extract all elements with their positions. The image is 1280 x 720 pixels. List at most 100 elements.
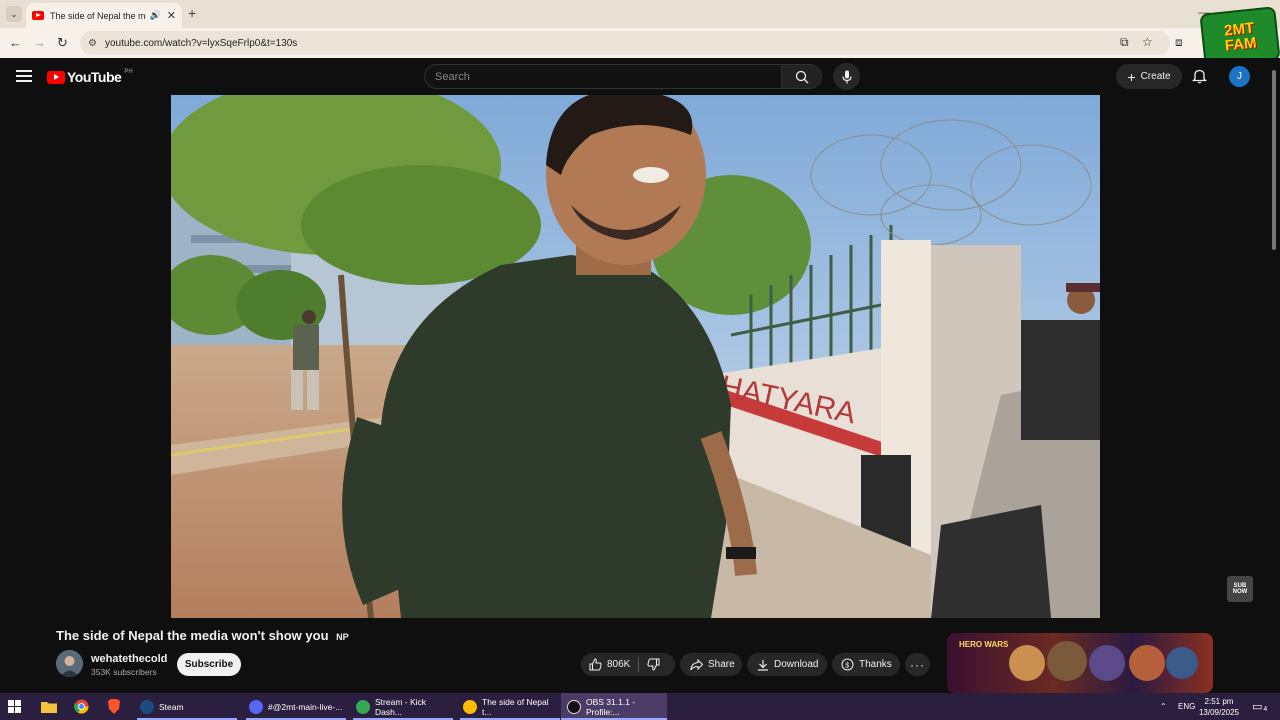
brave-lion-icon (108, 699, 120, 714)
youtube-play-logo-icon (47, 70, 65, 84)
notification-count: 4 (1263, 706, 1268, 713)
discord-icon (249, 699, 263, 714)
create-label: Create (1140, 71, 1171, 82)
thumbs-up-icon (589, 658, 602, 671)
account-avatar[interactable]: J (1229, 66, 1250, 87)
chrome-icon (74, 699, 89, 714)
taskbar-label-youtube: The side of Nepal t... (482, 696, 549, 717)
youtube-wordmark: YouTube (67, 69, 122, 85)
clock-time: 2:51 pm (1204, 697, 1234, 706)
file-explorer-button[interactable] (41, 693, 57, 720)
nepal-flag-icon: NP (336, 632, 349, 642)
search-input[interactable] (425, 65, 781, 88)
brave-button[interactable] (107, 693, 121, 720)
search-button[interactable] (782, 64, 822, 89)
new-tab-button[interactable]: + (188, 5, 196, 21)
chrome-profile-icon-2 (463, 699, 477, 714)
taskbar-clock[interactable]: 2:51 pm 13/09/2025 (1197, 696, 1241, 718)
channel-name[interactable]: wehatethecold (91, 653, 167, 665)
windows-logo-icon (8, 700, 21, 713)
voice-search-button[interactable] (833, 63, 860, 90)
thanks-button[interactable]: $ Thanks (832, 653, 900, 676)
page-scrollbar[interactable] (1272, 70, 1276, 250)
sidebar-ad-card[interactable]: HERO WARS (947, 633, 1213, 693)
chrome-profile-icon (356, 699, 370, 714)
sticker-line-2: FAM (1224, 34, 1258, 55)
thumbs-down-icon (647, 658, 660, 671)
subscribe-now-watermark[interactable]: SUB NOW (1227, 576, 1253, 602)
chrome-button[interactable] (74, 693, 89, 720)
tray-overflow-icon[interactable]: ⌃ (1160, 693, 1167, 720)
download-label: Download (774, 659, 819, 670)
channel-avatar[interactable] (56, 650, 83, 677)
more-actions-button[interactable]: ··· (905, 653, 930, 676)
tab-search-button[interactable]: ⌄ (6, 6, 22, 22)
video-title-text: The side of Nepal the media won't show y… (56, 628, 329, 643)
audio-playing-icon[interactable]: 🔊 (150, 10, 161, 21)
taskbar-label-steam: Steam (159, 701, 184, 712)
extensions-icon[interactable]: ⧈ (1175, 35, 1183, 50)
like-divider (638, 657, 640, 672)
bookmark-star-icon[interactable]: ☆ (1142, 35, 1153, 49)
browser-tabstrip: ⌄ The side of Nepal the media won't show… (0, 0, 1280, 28)
language-indicator[interactable]: ENG (1178, 693, 1195, 720)
taskbar-label-discord: #@2mt-main-live-... (268, 701, 343, 712)
video-title: The side of Nepal the media won't show y… (56, 628, 349, 643)
super-thanks-icon: $ (841, 658, 854, 671)
search-icon (795, 70, 808, 83)
install-app-icon[interactable]: ⧉ (1120, 35, 1129, 50)
share-label: Share (708, 659, 735, 670)
taskbar-label-kick: Stream - Kick Dash... (375, 696, 427, 717)
notifications-button[interactable] (1191, 68, 1208, 89)
search-box (424, 64, 782, 89)
create-button[interactable]: + Create (1116, 64, 1182, 89)
youtube-header: YouTube PH + Create J (0, 58, 1280, 95)
plus-icon: + (1127, 68, 1136, 85)
share-arrow-icon (690, 658, 703, 671)
video-player[interactable]: HATYARA (171, 95, 1100, 618)
like-count: 806K (607, 659, 631, 670)
ad-brand-logo: HERO WARS (959, 640, 1009, 649)
video-frame: HATYARA (171, 95, 1100, 618)
site-info-icon[interactable]: ⚙ (88, 38, 97, 49)
reload-icon[interactable]: ↻ (57, 35, 68, 51)
browser-tab-active[interactable]: The side of Nepal the media won't show y… (26, 3, 182, 28)
svg-text:$: $ (845, 662, 849, 669)
youtube-logo[interactable]: YouTube PH (47, 69, 133, 85)
youtube-favicon-icon (32, 11, 44, 20)
taskbar-label-obs: OBS 31.1.1 - Profile:... (586, 696, 636, 717)
share-button[interactable]: Share (680, 653, 742, 676)
browser-toolbar: ← → ↻ ⚙ youtube.com/watch?v=lyxSqeFrlp0&… (0, 28, 1280, 58)
menu-icon[interactable] (16, 70, 32, 82)
like-button[interactable] (589, 658, 602, 671)
tab-close-icon[interactable]: ✕ (167, 9, 176, 22)
channel-avatar-image (56, 650, 83, 677)
download-button[interactable]: Download (747, 653, 827, 676)
taskbar-discord-chrome[interactable]: #@2mt-main-live-... (246, 693, 346, 720)
steam-icon (140, 699, 154, 714)
notification-center[interactable]: ▭ 4 (1252, 693, 1267, 720)
region-code: PH (124, 69, 133, 75)
address-bar[interactable]: ⚙ youtube.com/watch?v=lyxSqeFrlp0&t=130s (80, 31, 1170, 55)
back-arrow-icon[interactable]: ← (9, 35, 22, 50)
notification-icon: ▭ (1252, 701, 1263, 713)
folder-icon (41, 702, 57, 713)
clock-date: 13/09/2025 (1198, 708, 1240, 717)
download-icon (757, 659, 769, 671)
taskbar-kick-dashboard[interactable]: Stream - Kick Dash... (353, 693, 453, 720)
url-text: youtube.com/watch?v=lyxSqeFrlp0&t=130s (104, 37, 298, 49)
bell-icon (1191, 69, 1208, 84)
taskbar-obs[interactable]: OBS 31.1.1 - Profile:... (561, 693, 667, 720)
taskbar-youtube-tab[interactable]: The side of Nepal t... (460, 693, 560, 720)
windows-taskbar: Steam #@2mt-main-live-... Stream - Kick … (0, 693, 1280, 720)
taskbar-steam[interactable]: Steam (137, 693, 237, 720)
subscriber-count: 353K subscribers (91, 667, 157, 677)
obs-icon (567, 699, 581, 714)
subscribe-button[interactable]: Subscribe (177, 653, 241, 676)
start-button[interactable] (8, 693, 21, 720)
dislike-button[interactable] (647, 658, 660, 671)
like-dislike-group: 806K (581, 653, 675, 676)
tab-title: The side of Nepal the media won't show y… (50, 10, 146, 21)
forward-arrow-icon[interactable]: → (33, 35, 46, 50)
more-dots-icon: ··· (910, 657, 925, 672)
